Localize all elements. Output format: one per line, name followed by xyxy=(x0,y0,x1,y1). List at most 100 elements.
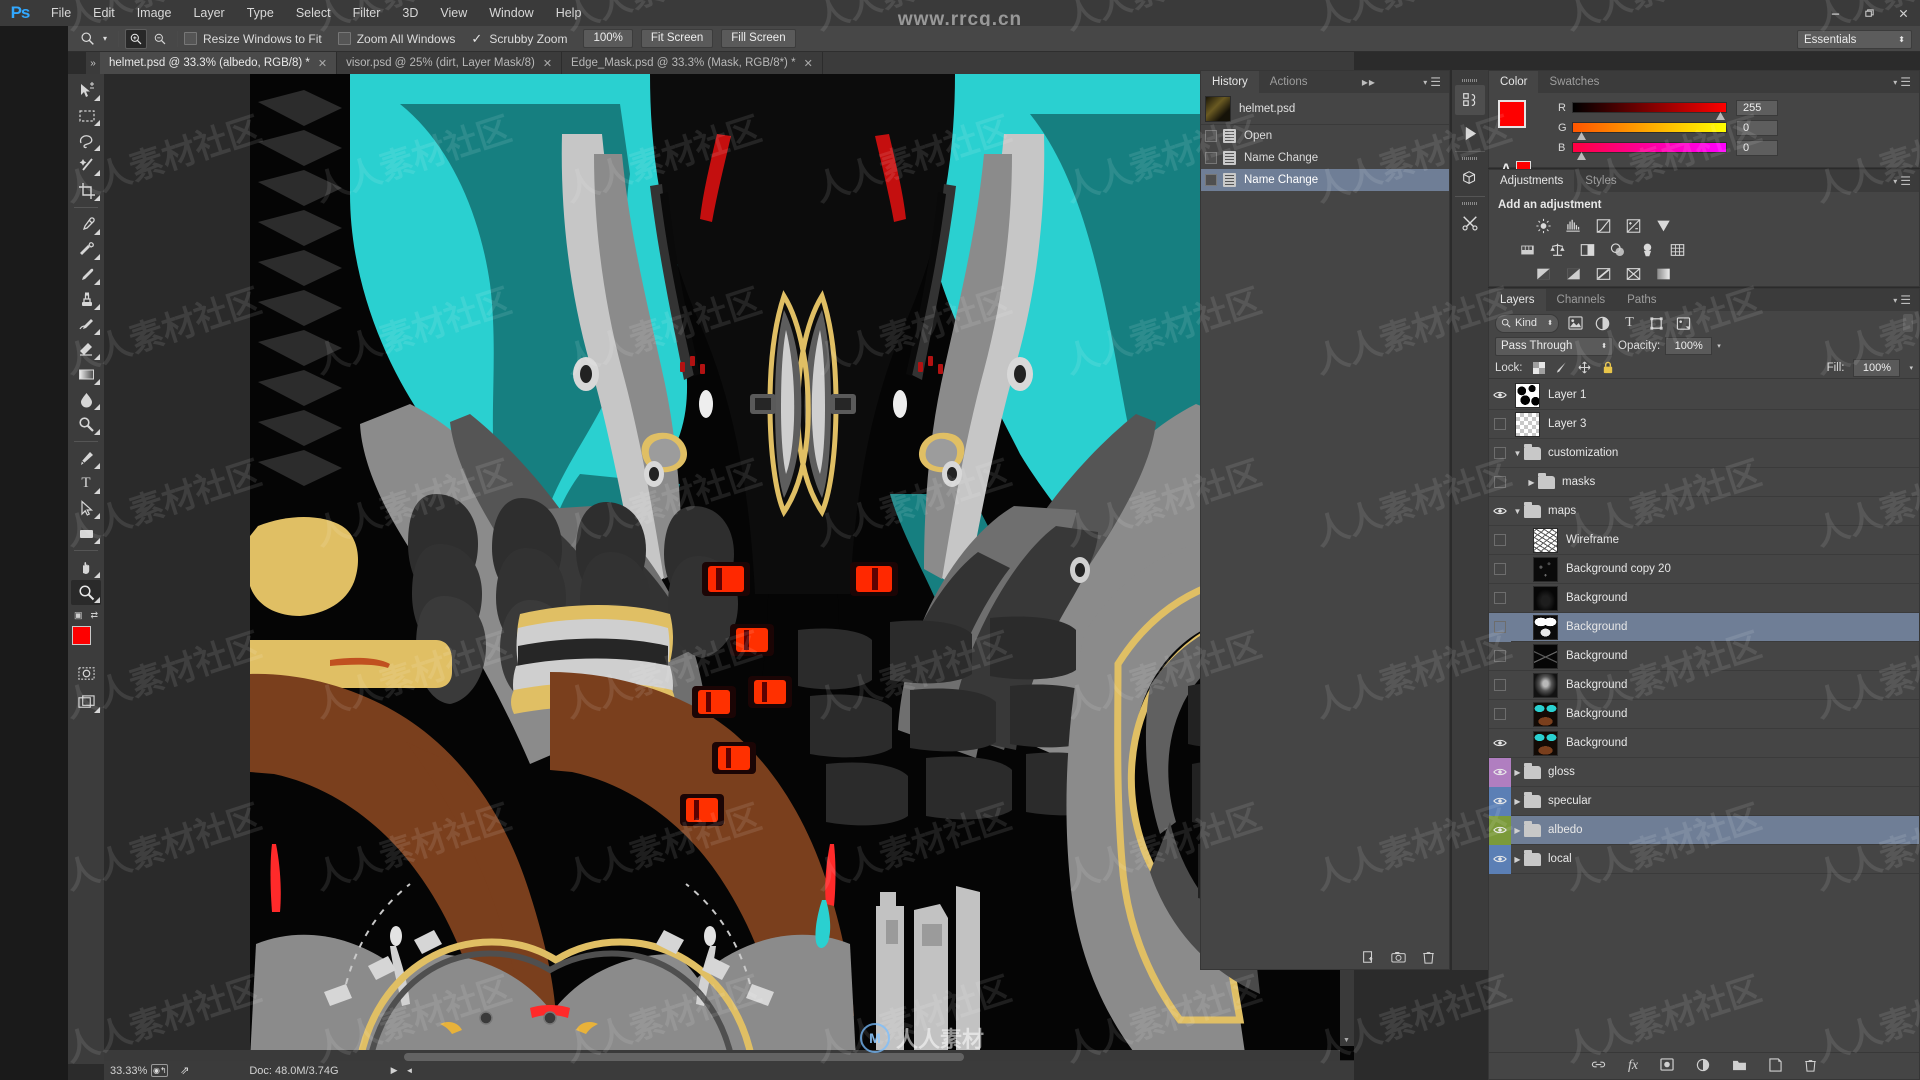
delete-icon[interactable] xyxy=(1422,950,1435,967)
opacity-chevron-icon[interactable]: ▾ xyxy=(1717,342,1721,350)
menu-image[interactable]: Image xyxy=(126,0,183,26)
group-expand-toggle[interactable]: ▶ xyxy=(1511,768,1524,777)
color-channel-track[interactable] xyxy=(1572,142,1727,160)
layer-row[interactable]: ▶ specular xyxy=(1489,786,1919,816)
blur-tool[interactable] xyxy=(71,387,101,412)
panel-tab-actions[interactable]: Actions xyxy=(1258,71,1319,93)
layer-thumbnail[interactable] xyxy=(1533,672,1558,698)
layer-thumbnail[interactable] xyxy=(1533,527,1558,553)
layer-visibility-toggle[interactable] xyxy=(1489,439,1511,468)
gradient-map-icon[interactable] xyxy=(1653,264,1674,283)
layer-visibility-toggle[interactable] xyxy=(1489,468,1511,497)
layer-row[interactable]: ▶ local xyxy=(1489,844,1919,874)
layer-row[interactable]: Layer 1 xyxy=(1489,381,1919,410)
layer-visibility-toggle[interactable] xyxy=(1489,584,1511,613)
color-channel-track[interactable] xyxy=(1572,102,1727,120)
color-slider-g[interactable]: G0 xyxy=(1558,119,1778,140)
menu-help[interactable]: Help xyxy=(545,0,593,26)
selective-color-icon[interactable] xyxy=(1623,264,1644,283)
menu-3d[interactable]: 3D xyxy=(391,0,429,26)
layer-visibility-toggle[interactable] xyxy=(1489,381,1511,410)
layer-row[interactable]: Background copy 20 xyxy=(1489,555,1919,584)
color-channel-value[interactable]: 0 xyxy=(1736,119,1778,136)
adjustment-filter-icon[interactable] xyxy=(1592,314,1613,333)
brush-tool[interactable] xyxy=(71,262,101,287)
menu-filter[interactable]: Filter xyxy=(342,0,392,26)
blend-mode-select[interactable]: Pass Through ⬍ xyxy=(1495,336,1613,356)
panel-menu-icon[interactable]: ▾ ☰ xyxy=(1886,170,1919,192)
color-slider-r[interactable]: R 255 xyxy=(1558,99,1778,120)
menu-layer[interactable]: Layer xyxy=(182,0,235,26)
collapse-panel-icon[interactable]: ▸▸ xyxy=(1355,71,1380,93)
screen-mode-icon[interactable] xyxy=(71,690,101,715)
layer-visibility-toggle[interactable] xyxy=(1489,815,1511,845)
curves-icon[interactable] xyxy=(1593,216,1614,235)
color-slider-b[interactable]: B0 xyxy=(1558,139,1778,160)
fill-value[interactable]: 100% xyxy=(1853,358,1901,377)
foreground-color-swatch[interactable] xyxy=(1498,100,1526,128)
layer-visibility-toggle[interactable] xyxy=(1489,497,1511,526)
group-expand-toggle[interactable]: ▶ xyxy=(1511,855,1524,864)
invert-icon[interactable] xyxy=(1533,264,1554,283)
pixel-filter-icon[interactable] xyxy=(1565,314,1586,333)
artboard[interactable] xyxy=(250,74,1354,1060)
gradient-tool[interactable] xyxy=(71,362,101,387)
menu-select[interactable]: Select xyxy=(285,0,342,26)
canvas-area[interactable]: ▼ xyxy=(104,74,1354,1060)
adjustments-collapsed-icon[interactable] xyxy=(1455,85,1485,115)
panel-tab-adjustments[interactable]: Adjustments xyxy=(1489,170,1575,192)
layer-row[interactable]: ▶ albedo xyxy=(1489,815,1919,845)
layer-row[interactable]: Layer 3 xyxy=(1489,410,1919,439)
fill-screen-button[interactable]: Fill Screen xyxy=(721,29,796,48)
minimize-icon[interactable] xyxy=(1818,0,1852,26)
layer-thumbnail[interactable] xyxy=(1515,411,1540,437)
layer-thumbnail[interactable] xyxy=(1533,730,1558,756)
layer-row[interactable]: ▶ gloss xyxy=(1489,757,1919,787)
layer-thumbnail[interactable] xyxy=(1533,585,1558,611)
panel-tab-color[interactable]: Color xyxy=(1489,71,1539,93)
zoom-level[interactable]: 33.33% xyxy=(110,1065,147,1077)
color-lookup-icon[interactable] xyxy=(1667,240,1688,259)
layer-list[interactable]: Layer 1 Layer 3 ▼ customization ▶ masks ▼ maps W… xyxy=(1489,381,1919,1051)
dock-grip[interactable] xyxy=(1462,157,1478,160)
levels-icon[interactable] xyxy=(1563,216,1584,235)
panel-tab-paths[interactable]: Paths xyxy=(1616,289,1668,311)
exposure-icon[interactable] xyxy=(1623,216,1644,235)
layer-filter-kind-select[interactable]: Kind ⬍ xyxy=(1495,313,1559,333)
dock-grip[interactable] xyxy=(1462,79,1478,82)
delete-layer-icon[interactable] xyxy=(1804,1058,1817,1075)
camera-raw-icon[interactable]: ◉↰ xyxy=(151,1064,169,1077)
layer-visibility-toggle[interactable] xyxy=(1489,729,1511,758)
layer-thumbnail[interactable] xyxy=(1533,556,1558,582)
status-play-icon[interactable]: ▶ xyxy=(391,1065,398,1076)
color-channel-value[interactable]: 255 xyxy=(1736,99,1778,116)
menu-type[interactable]: Type xyxy=(236,0,285,26)
layer-row[interactable]: Background xyxy=(1489,729,1919,758)
zoom-tool[interactable] xyxy=(71,580,101,605)
layer-thumbnail[interactable] xyxy=(1515,382,1540,408)
rectangle-tool[interactable] xyxy=(71,521,101,546)
layer-visibility-toggle[interactable] xyxy=(1489,844,1511,874)
type-tool[interactable]: T xyxy=(71,471,101,496)
color-channel-knob[interactable] xyxy=(1577,132,1586,140)
posterize-icon[interactable] xyxy=(1563,264,1584,283)
lock-all-icon[interactable] xyxy=(1601,361,1615,375)
opacity-value[interactable]: 100% xyxy=(1665,337,1713,355)
foreground-color-swatch[interactable] xyxy=(72,626,91,645)
magic-wand-tool[interactable] xyxy=(71,153,101,178)
layer-visibility-toggle[interactable] xyxy=(1489,555,1511,584)
history-snapshot[interactable]: helmet.psd xyxy=(1201,93,1449,125)
color-channel-knob[interactable] xyxy=(1716,112,1725,120)
close-tab-icon[interactable]: ✕ xyxy=(543,57,552,70)
layer-thumbnail[interactable] xyxy=(1533,701,1558,727)
menu-edit[interactable]: Edit xyxy=(82,0,126,26)
zoom-100-button[interactable]: 100% xyxy=(583,29,633,48)
panel-menu-icon[interactable]: ▾ ☰ xyxy=(1886,289,1919,311)
play-icon[interactable] xyxy=(1455,118,1485,148)
clone-stamp-tool[interactable] xyxy=(71,287,101,312)
menu-window[interactable]: Window xyxy=(478,0,544,26)
channel-mixer-icon[interactable] xyxy=(1637,240,1658,259)
menu-file[interactable]: File xyxy=(40,0,82,26)
new-snapshot-icon[interactable] xyxy=(1391,950,1406,967)
panel-tab-layers[interactable]: Layers xyxy=(1489,289,1546,311)
